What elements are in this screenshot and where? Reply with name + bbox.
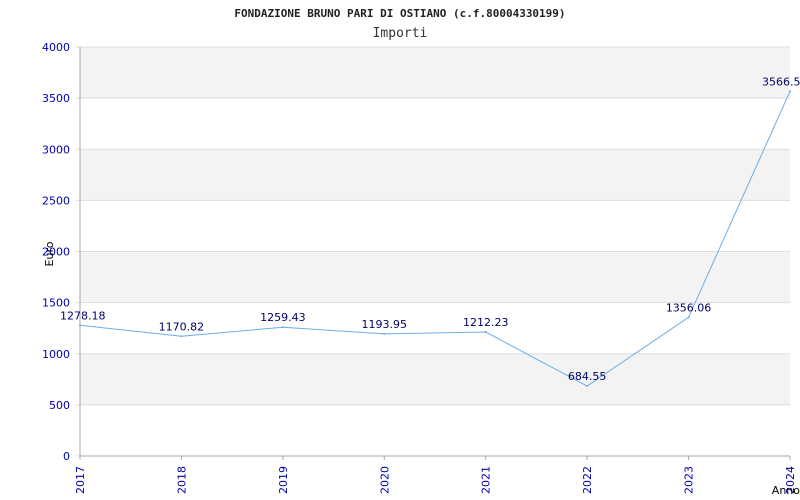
line-chart: 05001000150020002500300035004000 2017 201… xyxy=(42,7,800,497)
x-tick-label: 2018 xyxy=(175,466,188,494)
x-axis-label: Anno xyxy=(772,484,800,497)
data-point xyxy=(586,385,589,388)
data-point xyxy=(180,335,183,338)
y-tick-label: 1000 xyxy=(42,348,70,361)
grid-band xyxy=(80,200,790,252)
data-label: 1259.43 xyxy=(260,311,306,324)
data-label: 1356.06 xyxy=(666,301,712,314)
x-tick-label: 2021 xyxy=(480,466,493,494)
grid-band xyxy=(80,149,790,201)
chart-title: FONDAZIONE BRUNO PARI DI OSTIANO (c.f.80… xyxy=(234,7,565,20)
y-tick-label: 0 xyxy=(63,450,70,463)
data-point xyxy=(484,331,487,334)
data-label: 1170.82 xyxy=(159,320,205,333)
x-tick-label: 2022 xyxy=(581,466,594,494)
grid-band xyxy=(80,353,790,405)
data-point xyxy=(789,90,791,93)
grid-band xyxy=(80,98,790,150)
x-tick-label: 2017 xyxy=(74,466,87,494)
x-tick-label: 2020 xyxy=(378,466,391,494)
data-point xyxy=(383,332,386,335)
data-label: 684.55 xyxy=(568,370,607,383)
y-tick-label: 3000 xyxy=(42,143,70,156)
x-tick-label: 2019 xyxy=(277,466,290,494)
grid-band xyxy=(80,404,790,456)
x-tick-label: 2023 xyxy=(683,466,696,494)
x-axis-ticks: 2017 2018 2019 2020 2021 2022 2023 2024 xyxy=(74,456,797,494)
grid-band xyxy=(80,47,790,99)
y-axis-label: Euro xyxy=(43,241,56,266)
y-tick-label: 4000 xyxy=(42,41,70,54)
y-tick-label: 1500 xyxy=(42,297,70,310)
grid-band xyxy=(80,251,790,303)
data-label: 1278.18 xyxy=(60,309,106,322)
data-point xyxy=(687,316,690,319)
data-label: 1193.95 xyxy=(362,318,408,331)
data-label: 3566.5 xyxy=(762,75,800,88)
chart-subtitle: Importi xyxy=(373,26,428,41)
y-tick-label: 2500 xyxy=(42,194,70,207)
data-point xyxy=(281,326,284,329)
data-point xyxy=(79,324,81,327)
y-tick-label: 3500 xyxy=(42,92,70,105)
y-tick-label: 500 xyxy=(49,399,70,412)
data-label: 1212.23 xyxy=(463,316,509,329)
